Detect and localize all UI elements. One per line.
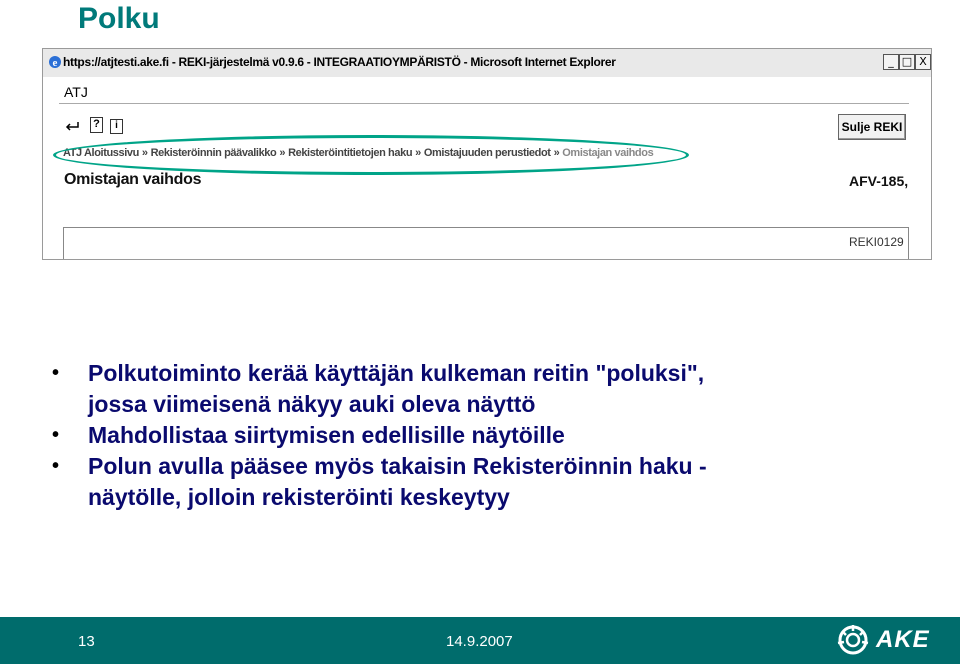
bullet-line: jossa viimeisenä näkyy auki oleva näyttö xyxy=(88,391,536,417)
internet-explorer-icon: e xyxy=(49,56,61,69)
bullet-line: näytölle, jolloin rekisteröinti keskeyty… xyxy=(88,484,510,510)
info-icon[interactable]: i xyxy=(110,119,123,134)
bullet-dot-icon: • xyxy=(52,455,60,477)
ie-window-screenshot: e https://atjtesti.ake.fi - REKI-järjest… xyxy=(42,48,932,260)
header-divider xyxy=(59,103,909,104)
back-arrow-icon[interactable] xyxy=(64,119,80,133)
bullet-dot-icon: • xyxy=(52,424,60,446)
footer-date: 14.9.2007 xyxy=(446,633,513,650)
help-icon[interactable]: ? xyxy=(90,117,103,133)
screen-code: REKI0129 xyxy=(849,235,904,249)
bullet-item: • Mahdollistaa siirtymisen edellisille n… xyxy=(52,420,932,451)
svg-text:e: e xyxy=(53,57,58,69)
ake-logo-text: AKE xyxy=(876,626,930,653)
minimize-button[interactable]: _ xyxy=(883,54,899,70)
bullet-list: • Polkutoiminto kerää käyttäjän kulkeman… xyxy=(52,358,932,513)
page-heading: Omistajan vaihdos xyxy=(64,171,202,188)
bullet-line: Polun avulla pääsee myös takaisin Rekist… xyxy=(88,453,707,479)
slide-title: Polku xyxy=(78,2,160,35)
ake-logo: AKE xyxy=(836,623,936,657)
bullet-item: • Polkutoiminto kerää käyttäjän kulkeman… xyxy=(52,358,932,420)
bullet-line: Mahdollistaa siirtymisen edellisille näy… xyxy=(88,422,565,448)
bullet-item: • Polun avulla pääsee myös takaisin Reki… xyxy=(52,451,932,513)
content-panel xyxy=(63,227,909,259)
bullet-line: Polkutoiminto kerää käyttäjän kulkeman r… xyxy=(88,360,705,386)
ake-emblem-icon xyxy=(837,625,869,655)
atj-logo: ATJ xyxy=(64,84,88,100)
window-title: https://atjtesti.ake.fi - REKI-järjestel… xyxy=(63,55,616,69)
page-number: 13 xyxy=(78,633,95,650)
close-window-button[interactable]: X xyxy=(915,54,931,70)
vehicle-id: AFV-185, xyxy=(849,173,909,189)
title-bar: e https://atjtesti.ake.fi - REKI-järjest… xyxy=(43,49,931,77)
close-reki-button[interactable]: Sulje REKI xyxy=(838,114,906,140)
footer-bar: 13 14.9.2007 AKE xyxy=(0,617,960,664)
maximize-button[interactable]: □ xyxy=(899,54,915,70)
breadcrumb-highlight-oval xyxy=(53,135,689,175)
bullet-dot-icon: • xyxy=(52,362,60,384)
